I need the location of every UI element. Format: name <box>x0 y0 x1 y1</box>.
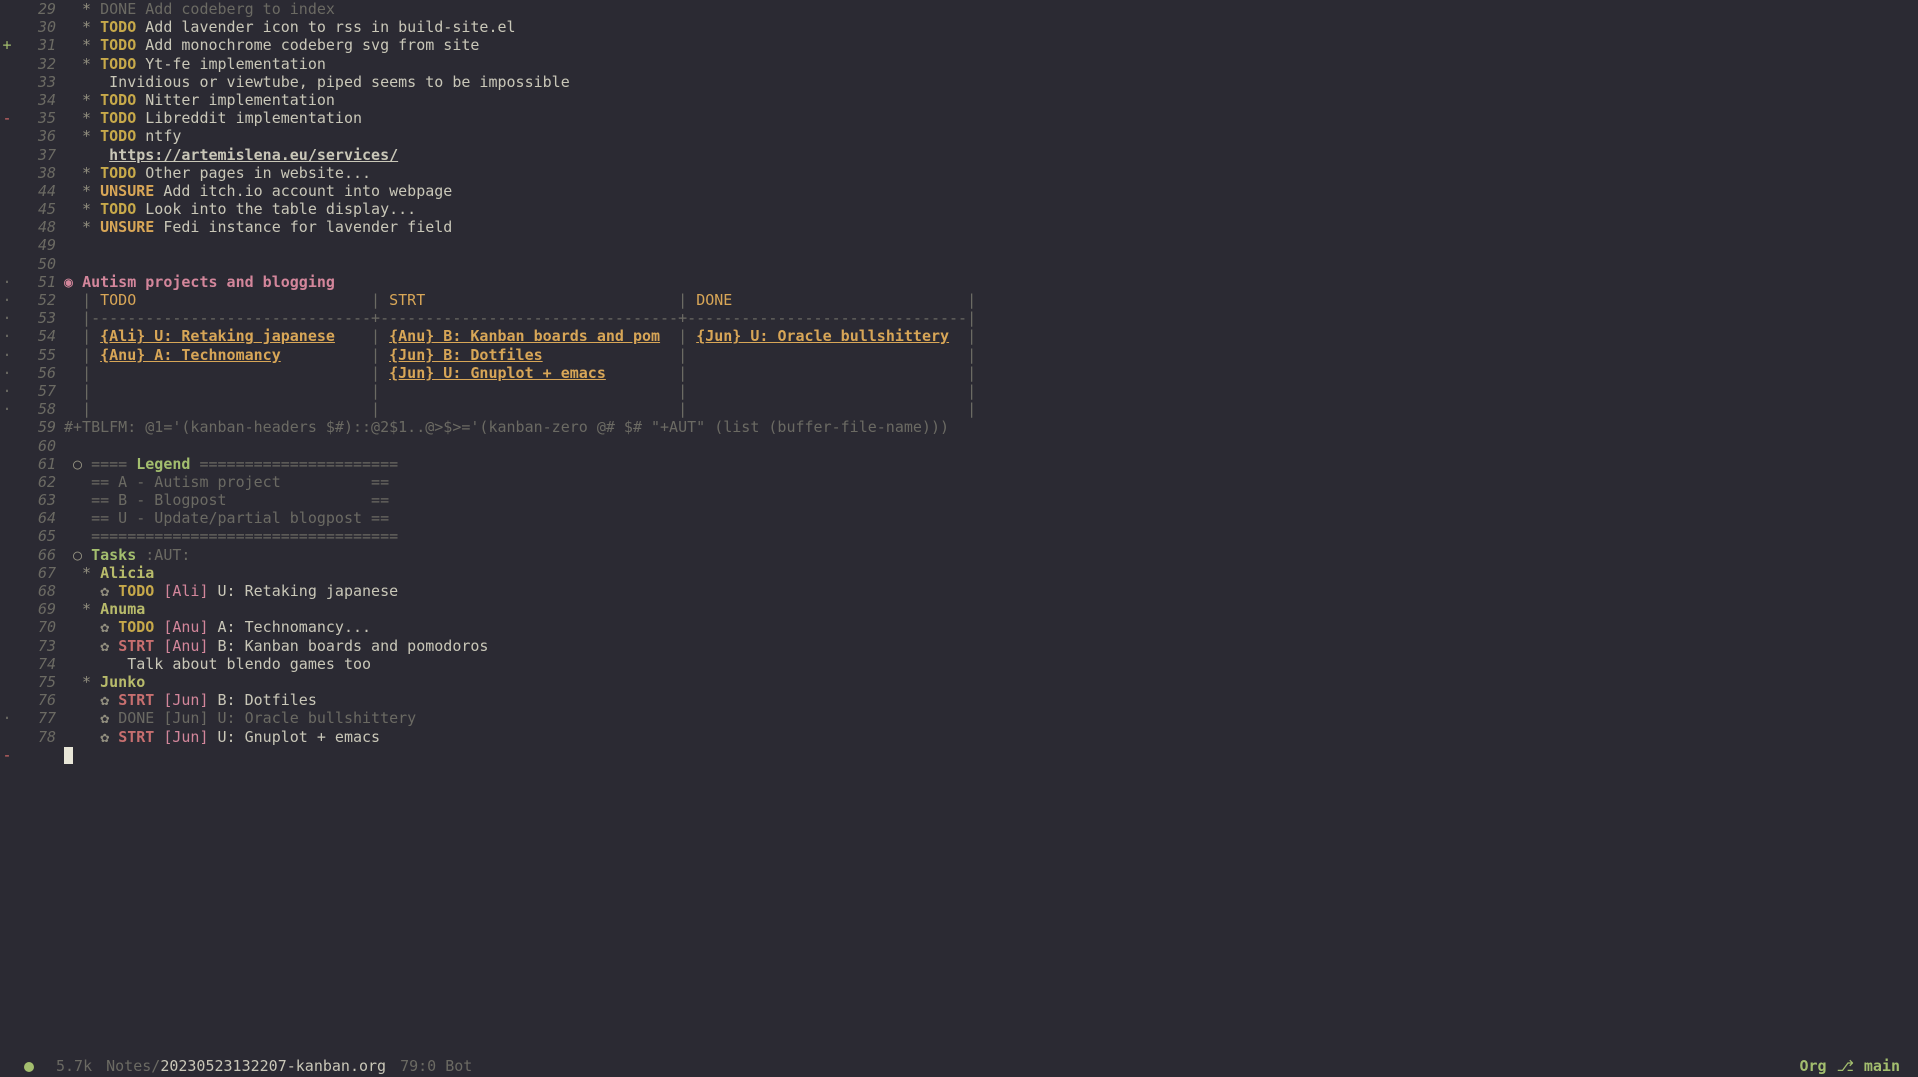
code-line[interactable]: * UNSURE Fedi instance for lavender fiel… <box>64 218 1918 236</box>
code-line[interactable]: Talk about blendo games too <box>64 655 1918 673</box>
buffer-filename: 20230523132207-kanban.org <box>160 1057 386 1075</box>
code-line[interactable]: | | {Jun} U: Gnuplot + emacs | | <box>64 364 1918 382</box>
code-line[interactable]: * TODO ntfy <box>64 127 1918 145</box>
code-line[interactable]: * Alicia <box>64 564 1918 582</box>
code-line[interactable]: ○ Tasks :AUT: <box>64 546 1918 564</box>
code-line[interactable]: ✿ TODO [Anu] A: Technomancy... <box>64 618 1918 636</box>
mode-line: 5.7k Notes/20230523132207-kanban.org 79:… <box>0 1055 1918 1077</box>
diff-indicator-column: +-·········- <box>0 0 14 1053</box>
code-line[interactable]: == U - Update/partial blogpost == <box>64 509 1918 527</box>
kanban-card-link[interactable]: {Jun} U: Gnuplot + emacs <box>389 364 606 382</box>
code-line[interactable]: * TODO Nitter implementation <box>64 91 1918 109</box>
buffer-path-prefix: Notes/ <box>106 1057 160 1075</box>
code-line[interactable]: ✿ STRT [Jun] U: Gnuplot + emacs <box>64 728 1918 746</box>
kanban-card-link[interactable]: {Anu} B: Kanban boards and pom <box>389 327 660 345</box>
code-line[interactable]: | | | | <box>64 400 1918 418</box>
code-line[interactable]: #+TBLFM: @1='(kanban-headers $#)::@2$1..… <box>64 418 1918 436</box>
code-line[interactable]: * Anuma <box>64 600 1918 618</box>
git-branch: main <box>1864 1057 1900 1075</box>
code-line[interactable] <box>64 437 1918 455</box>
code-line[interactable]: | TODO | STRT | DONE | <box>64 291 1918 309</box>
cursor-position: 79:0 Bot <box>400 1057 472 1075</box>
code-line[interactable]: ================================== <box>64 527 1918 545</box>
text-cursor <box>64 747 73 764</box>
line-number-gutter: 2930313233343536373844454849505152535455… <box>14 0 64 1053</box>
url-link[interactable]: https://artemislena.eu/services/ <box>109 146 398 164</box>
buffer-content[interactable]: * DONE Add codeberg to index * TODO Add … <box>64 0 1918 1053</box>
code-line[interactable]: | {Anu} A: Technomancy | {Jun} B: Dotfil… <box>64 346 1918 364</box>
code-line[interactable]: == B - Blogpost == <box>64 491 1918 509</box>
kanban-card-link[interactable]: {Jun} B: Dotfiles <box>389 346 543 364</box>
code-line[interactable]: ✿ STRT [Anu] B: Kanban boards and pomodo… <box>64 637 1918 655</box>
code-line[interactable]: Invidious or viewtube, piped seems to be… <box>64 73 1918 91</box>
code-line[interactable]: ✿ STRT [Jun] B: Dotfiles <box>64 691 1918 709</box>
code-line[interactable]: * TODO Add lavender icon to rss in build… <box>64 18 1918 36</box>
kanban-card-link[interactable]: {Anu} A: Technomancy <box>100 346 281 364</box>
code-line[interactable]: * TODO Look into the table display... <box>64 200 1918 218</box>
kanban-card-link[interactable]: {Ali} U: Retaking japanese <box>100 327 335 345</box>
major-mode: Org <box>1799 1057 1826 1075</box>
code-line[interactable] <box>64 255 1918 273</box>
code-line[interactable]: * TODO Libreddit implementation <box>64 109 1918 127</box>
code-line[interactable]: |-------------------------------+-------… <box>64 309 1918 327</box>
modified-indicator-icon <box>24 1062 34 1072</box>
buffer-size: 5.7k <box>56 1057 92 1075</box>
code-line[interactable]: * TODO Add monochrome codeberg svg from … <box>64 36 1918 54</box>
code-line[interactable]: * Junko <box>64 673 1918 691</box>
code-line[interactable]: | {Ali} U: Retaking japanese | {Anu} B: … <box>64 327 1918 345</box>
code-line[interactable]: * TODO Yt-fe implementation <box>64 55 1918 73</box>
code-line[interactable]: ○ ==== Legend ====================== <box>64 455 1918 473</box>
git-branch-icon: ⎇ <box>1837 1057 1854 1075</box>
code-line[interactable]: https://artemislena.eu/services/ <box>64 146 1918 164</box>
code-line[interactable]: * DONE Add codeberg to index <box>64 0 1918 18</box>
code-line[interactable]: ✿ DONE [Jun] U: Oracle bullshittery <box>64 709 1918 727</box>
code-line[interactable]: ◉ Autism projects and blogging <box>64 273 1918 291</box>
code-line[interactable]: ✿ TODO [Ali] U: Retaking japanese <box>64 582 1918 600</box>
code-line[interactable]: * TODO Other pages in website... <box>64 164 1918 182</box>
code-line[interactable] <box>64 236 1918 254</box>
code-line[interactable]: * UNSURE Add itch.io account into webpag… <box>64 182 1918 200</box>
code-line[interactable]: == A - Autism project == <box>64 473 1918 491</box>
kanban-card-link[interactable]: {Jun} U: Oracle bullshittery <box>696 327 949 345</box>
code-line[interactable]: | | | | <box>64 382 1918 400</box>
editor-buffer[interactable]: +-·········- 293031323334353637384445484… <box>0 0 1918 1053</box>
